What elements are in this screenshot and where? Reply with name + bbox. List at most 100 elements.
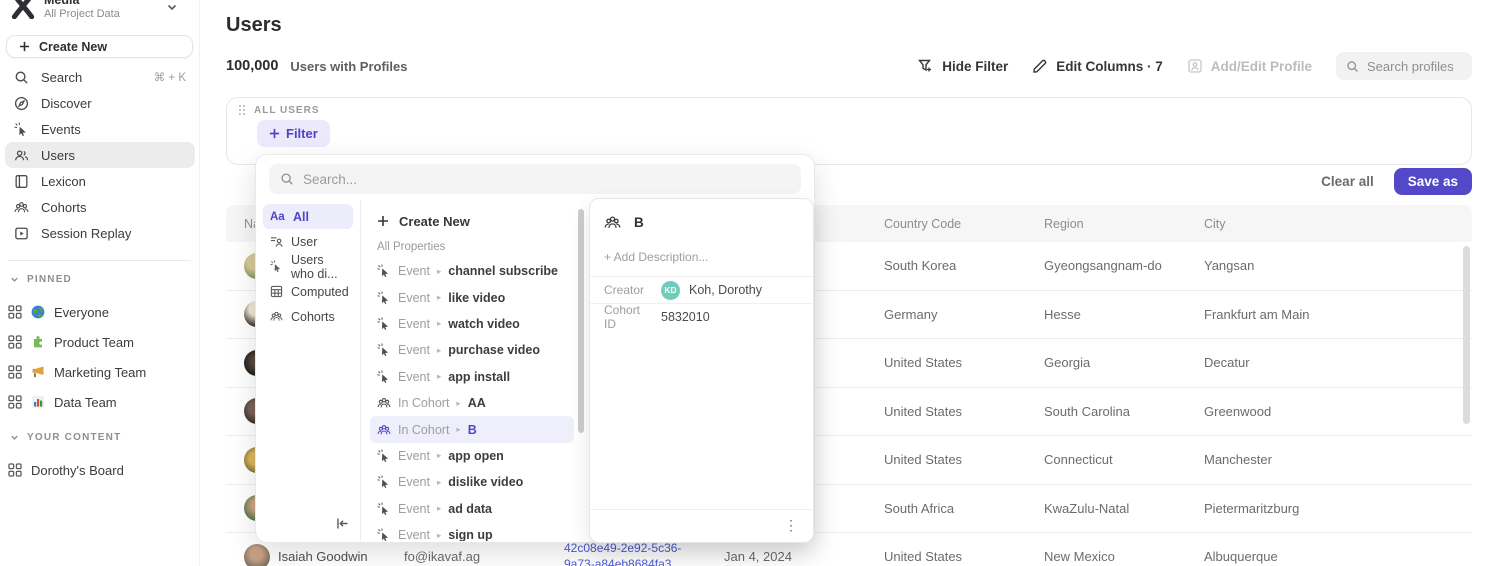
- plus-icon: [377, 215, 389, 227]
- sidebar-item-users[interactable]: Users: [5, 142, 195, 168]
- menu-item-channel-subscribe[interactable]: Event▸channel subscribe: [370, 258, 574, 284]
- column-header-country-code[interactable]: Country Code: [884, 217, 1044, 231]
- cohort-id-row: Cohort ID 5832010: [590, 303, 813, 330]
- sidebar-item-label: Search: [41, 70, 82, 85]
- menu-search-input[interactable]: [303, 172, 790, 187]
- collapse-panel-icon[interactable]: [335, 516, 350, 531]
- create-new-button[interactable]: Create New: [6, 35, 193, 58]
- event-spark-icon: [377, 528, 391, 541]
- menu-item-watch-video[interactable]: Event▸watch video: [370, 311, 574, 337]
- sidebar-item-search[interactable]: Search ⌘ + K: [5, 64, 195, 90]
- board-icon: [8, 305, 22, 319]
- add-edit-profile-button[interactable]: Add/Edit Profile: [1187, 58, 1312, 74]
- menu-item-ad-data[interactable]: Event▸ad data: [370, 496, 574, 522]
- menu-tabs: Aa All User Users who di... Computed Coh…: [256, 200, 361, 541]
- cell-country: United States: [884, 355, 1044, 370]
- menu-item-dislike-video[interactable]: Event▸dislike video: [370, 469, 574, 495]
- menu-search-box[interactable]: [269, 164, 801, 194]
- menu-item-sign-up[interactable]: Event▸sign up: [370, 522, 574, 541]
- save-as-button[interactable]: Save as: [1394, 168, 1472, 195]
- board-dorothys-board[interactable]: Dorothy's Board: [8, 458, 124, 482]
- drag-handle-icon[interactable]: [238, 104, 246, 116]
- distinct-id-line1: 42c08e49-2e92-5c36-: [564, 541, 724, 557]
- pinned-board-data-team[interactable]: Data Team: [8, 390, 117, 414]
- add-description-button[interactable]: + Add Description...: [590, 242, 813, 276]
- cell-city: Greenwood: [1204, 404, 1472, 419]
- caret-right-icon: ▸: [437, 292, 441, 303]
- hide-filter-button[interactable]: Hide Filter: [918, 58, 1008, 74]
- cohort-id-value: 5832010: [661, 310, 710, 324]
- cohort-icon: [377, 423, 391, 437]
- filter-group-header: ALL USERS: [238, 104, 320, 116]
- plus-icon: [19, 41, 30, 52]
- project-switcher[interactable]: Media All Project Data: [8, 0, 192, 27]
- creator-label: Creator: [604, 283, 652, 297]
- cell-region: Connecticut: [1044, 452, 1204, 467]
- column-header-region[interactable]: Region: [1044, 217, 1204, 231]
- caret-right-icon: ▸: [437, 477, 441, 488]
- menu-scrollbar[interactable]: [578, 209, 584, 433]
- cell-region: Gyeongsangnam-do: [1044, 258, 1204, 273]
- event-spark-icon: [377, 291, 391, 305]
- sidebar-item-lexicon[interactable]: Lexicon: [5, 168, 195, 194]
- menu-tab-label: Computed: [291, 285, 349, 299]
- app-logo-icon: [10, 0, 36, 23]
- cohort-title: B: [634, 215, 644, 230]
- menu-tab-user[interactable]: User: [263, 229, 353, 254]
- column-header-city[interactable]: City: [1204, 217, 1472, 231]
- cell-city: Manchester: [1204, 452, 1472, 467]
- pinned-board-label: Data Team: [54, 395, 117, 410]
- menu-tab-computed[interactable]: Computed: [263, 279, 353, 304]
- project-subtitle: All Project Data: [44, 8, 120, 20]
- kebab-menu-icon[interactable]: ⋮: [784, 518, 798, 532]
- menu-tab-all[interactable]: Aa All: [263, 204, 353, 229]
- menu-tab-users-who-did[interactable]: Users who di...: [263, 254, 353, 279]
- megaphone-icon: [31, 365, 45, 379]
- pinned-board-product-team[interactable]: Product Team: [8, 330, 134, 354]
- cohort-id-label: Cohort ID: [604, 303, 652, 331]
- cell-region: KwaZulu-Natal: [1044, 501, 1204, 516]
- menu-item-like-video[interactable]: Event▸like video: [370, 284, 574, 310]
- creator-name: Koh, Dorothy: [689, 283, 762, 297]
- caret-right-icon: ▸: [456, 398, 460, 409]
- cell-city: Yangsan: [1204, 258, 1472, 273]
- profile-badge-icon: [1187, 58, 1203, 74]
- avatar: [244, 544, 270, 566]
- board-icon: [8, 463, 22, 477]
- menu-item-purchase-video[interactable]: Event▸purchase video: [370, 337, 574, 363]
- sidebar-item-cohorts[interactable]: Cohorts: [5, 194, 195, 220]
- your-content-section-header[interactable]: YOUR CONTENT: [10, 432, 121, 443]
- search-icon: [280, 172, 294, 186]
- creator-row: Creator KD Koh, Dorothy: [590, 276, 813, 303]
- cell-date: Jan 4, 2024: [724, 549, 884, 564]
- search-profiles-input[interactable]: [1367, 59, 1462, 74]
- menu-item-in-cohort-b[interactable]: In Cohort▸B: [370, 416, 574, 442]
- add-filter-button[interactable]: Filter: [257, 120, 330, 147]
- menu-tab-label: All: [293, 210, 309, 224]
- cell-city: Albuquerque: [1204, 549, 1472, 564]
- menu-item-app-install[interactable]: Event▸app install: [370, 364, 574, 390]
- cell-distinct-id[interactable]: 42c08e49-2e92-5c36- 9a73-a84eb8684fa3: [564, 541, 724, 566]
- board-label: Dorothy's Board: [31, 463, 124, 478]
- pinned-board-everyone[interactable]: Everyone: [8, 300, 109, 324]
- sidebar-item-label: Events: [41, 122, 81, 137]
- menu-tab-cohorts[interactable]: Cohorts: [263, 304, 353, 329]
- edit-columns-button[interactable]: Edit Columns · 7: [1032, 58, 1163, 74]
- pinned-board-label: Marketing Team: [54, 365, 146, 380]
- event-spark-icon: [377, 475, 391, 489]
- toolbar: Hide Filter Edit Columns · 7 Add/Edit Pr…: [918, 52, 1472, 80]
- menu-item-in-cohort-aa[interactable]: In Cohort▸AA: [370, 390, 574, 416]
- clear-all-button[interactable]: Clear all: [1321, 174, 1374, 189]
- sidebar-item-events[interactable]: Events: [5, 116, 195, 142]
- book-icon: [14, 174, 29, 189]
- sidebar-item-discover[interactable]: Discover: [5, 90, 195, 116]
- sidebar-item-session-replay[interactable]: Session Replay: [5, 220, 195, 246]
- pinned-board-marketing-team[interactable]: Marketing Team: [8, 360, 146, 384]
- pinned-section-header[interactable]: PINNED: [10, 274, 72, 285]
- table-scrollbar[interactable]: [1463, 246, 1470, 424]
- cell-country: United States: [884, 549, 1044, 564]
- sidebar-item-label: Session Replay: [41, 226, 131, 241]
- search-profiles-box[interactable]: [1336, 52, 1472, 80]
- event-spark-icon: [14, 122, 29, 137]
- menu-item-app-open[interactable]: Event▸app open: [370, 443, 574, 469]
